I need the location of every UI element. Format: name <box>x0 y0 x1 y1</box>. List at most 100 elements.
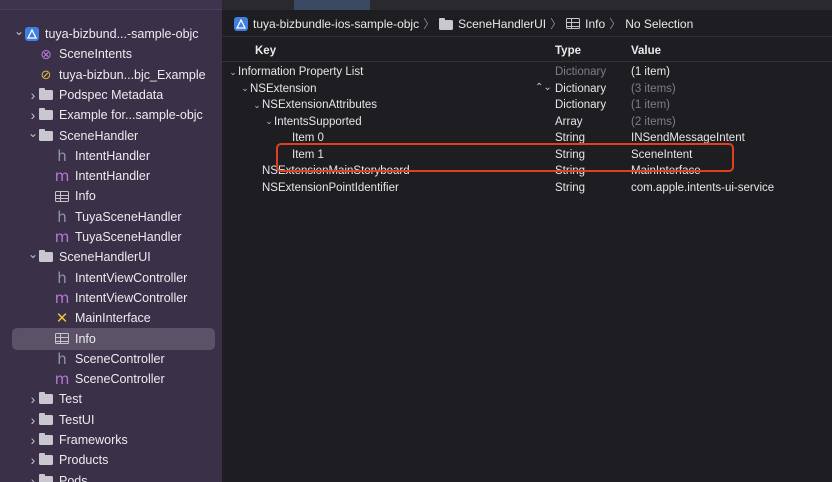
plist-key[interactable]: Information Property List <box>238 66 363 78</box>
sidebar-item-label: SceneIntents <box>59 47 132 62</box>
sidebar-item[interactable]: h SceneController <box>0 349 222 369</box>
project-icon <box>24 27 40 41</box>
plist-key[interactable]: NSExtensionAttributes <box>262 99 377 111</box>
plist-row[interactable]: ⌄ NSExtension ⌃⌄ Dictionary (3 items) <box>222 81 832 98</box>
plist-value[interactable]: SceneIntent <box>631 149 831 161</box>
chevron-down-icon[interactable]: ⌄ <box>252 100 262 111</box>
sidebar-item[interactable]: › Example for...sample-objc <box>0 105 222 125</box>
sidebar-item[interactable]: m IntentHandler <box>0 166 222 186</box>
plist-key[interactable]: NSExtensionPointIdentifier <box>262 182 399 194</box>
chevron-right-icon: 〉 <box>423 17 436 31</box>
plist-key[interactable]: NSExtensionMainStoryboard <box>262 165 410 177</box>
plist-type[interactable]: Dictionary <box>555 83 625 95</box>
chevron-down-icon[interactable]: ⌄ <box>264 116 274 127</box>
sidebar-item[interactable]: ⊘ tuya-bizbun...bjc_Example <box>0 65 222 85</box>
plist-value[interactable]: (3 items) <box>631 83 831 95</box>
sidebar-item-label: Products <box>59 453 109 468</box>
chevron-down-icon[interactable]: ⌄ <box>240 83 250 94</box>
sidebar-item-label: TuyaSceneHandler <box>75 230 182 244</box>
h-file-icon: h <box>57 146 67 165</box>
plist-type[interactable]: String <box>555 132 625 144</box>
column-value[interactable]: Value <box>631 45 831 57</box>
plist-type[interactable]: String <box>555 182 625 194</box>
plist-row[interactable]: ⌄ NSExtensionAttributes Dictionary (1 item) <box>222 97 832 114</box>
chevron-right-icon[interactable]: › <box>28 87 38 103</box>
sidebar-item-label: Info <box>75 331 96 346</box>
sidebar-item[interactable]: m SceneController <box>0 369 222 389</box>
plist-row[interactable]: ⌄ Information Property List Dictionary (1 i… <box>222 64 832 81</box>
plist-type[interactable]: Dictionary <box>555 66 625 78</box>
sidebar-item[interactable]: ✕ MainInterface <box>0 308 222 328</box>
sidebar-item[interactable]: ⌄ tuya-bizbund...-sample-objc <box>0 24 222 44</box>
plist-row[interactable]: Item 0 String INSendMessageIntent <box>222 130 832 147</box>
sidebar-item[interactable]: h IntentHandler <box>0 146 222 166</box>
sidebar-item[interactable]: h TuyaSceneHandler <box>0 207 222 227</box>
sidebar-item[interactable]: ⊗ SceneIntents <box>0 44 222 64</box>
sidebar-item-label: Info <box>75 189 96 204</box>
sidebar-item[interactable]: › Pods <box>0 471 222 482</box>
sidebar-item[interactable]: h IntentViewController <box>0 268 222 288</box>
plist-value[interactable]: (2 items) <box>631 116 831 128</box>
plist-type[interactable]: Dictionary <box>555 99 625 111</box>
plist-type[interactable]: String <box>555 165 625 177</box>
tab-info[interactable] <box>294 0 370 10</box>
plist-row[interactable]: ⌄ IntentsSupported Array (2 items) <box>222 114 832 131</box>
sidebar-item[interactable]: › Frameworks <box>0 430 222 450</box>
plist-value[interactable]: (1 item) <box>631 99 831 111</box>
column-type[interactable]: Type <box>555 45 625 57</box>
jumpbar-selection[interactable]: No Selection <box>625 17 693 31</box>
sidebar-item[interactable]: › TestUI <box>0 410 222 430</box>
folder-icon <box>439 17 454 30</box>
sidebar-item[interactable]: m TuyaSceneHandler <box>0 227 222 247</box>
plist-value[interactable]: INSendMessageIntent <box>631 132 831 144</box>
plist-key[interactable]: NSExtension <box>250 83 316 95</box>
sidebar-item-label: TuyaSceneHandler <box>75 209 182 224</box>
plist-row[interactable]: NSExtensionMainStoryboard String MainInter… <box>222 163 832 180</box>
folder-icon <box>38 87 54 102</box>
chevron-right-icon[interactable]: › <box>28 412 38 428</box>
plist-row[interactable]: NSExtensionPointIdentifier String com.appl… <box>222 180 832 197</box>
chevron-down-icon[interactable]: ⌄ <box>228 67 238 78</box>
sidebar-item-label: SceneHandler <box>59 128 139 143</box>
chevron-right-icon[interactable]: › <box>28 473 38 482</box>
plist-key[interactable]: Item 0 <box>292 132 324 144</box>
plist-row[interactable]: Item 1 String SceneIntent <box>222 147 832 164</box>
sidebar-item[interactable]: › Test <box>0 389 222 409</box>
editor-area: tuya-bizbundle-ios-sample-objc 〉 SceneHa… <box>222 0 832 482</box>
plist-key[interactable]: Item 1 <box>292 149 324 161</box>
sidebar-item[interactable]: ⌄ SceneHandler <box>0 126 222 146</box>
sidebar-item-label: SceneController <box>75 372 165 387</box>
folder-icon <box>38 128 54 143</box>
sidebar-item[interactable]: Info <box>0 327 222 350</box>
folder-icon <box>38 453 54 467</box>
chevron-down-icon[interactable]: ⌄ <box>28 247 38 261</box>
plist-value[interactable]: com.apple.intents-ui-service <box>631 182 831 194</box>
plist-value[interactable]: (1 item) <box>631 66 831 78</box>
jumpbar-file[interactable]: Info <box>585 17 605 31</box>
sidebar-item[interactable]: m IntentViewController <box>0 288 222 308</box>
column-key[interactable]: Key <box>222 45 552 57</box>
sidebar-item[interactable]: › Products <box>0 450 222 470</box>
stepper-icon[interactable]: ⌃⌄ <box>535 82 552 93</box>
jumpbar-group[interactable]: SceneHandlerUI <box>458 17 546 31</box>
chevron-right-icon: 〉 <box>609 17 622 31</box>
plist-key[interactable]: IntentsSupported <box>274 116 362 128</box>
jumpbar-project[interactable]: tuya-bizbundle-ios-sample-objc <box>253 17 419 31</box>
plist-type[interactable]: String <box>555 149 625 161</box>
sidebar-item[interactable]: ⌄ SceneHandlerUI <box>0 247 222 267</box>
sidebar-item[interactable]: Info <box>0 186 222 206</box>
chevron-right-icon[interactable]: › <box>28 452 38 468</box>
plist-value[interactable]: MainInterface <box>631 165 831 177</box>
h-file-icon: h <box>57 207 67 226</box>
sidebar-item[interactable]: › Podspec Metadata <box>0 85 222 105</box>
m-file-icon: m <box>54 228 70 246</box>
chevron-right-icon[interactable]: › <box>28 391 38 407</box>
chevron-right-icon[interactable]: › <box>28 107 38 123</box>
editor-tab-bar <box>222 0 832 10</box>
m-file-icon: m <box>54 288 70 307</box>
chevron-down-icon[interactable]: ⌄ <box>14 24 24 38</box>
sidebar-item-label: TestUI <box>59 412 95 427</box>
chevron-right-icon[interactable]: › <box>28 432 38 448</box>
chevron-down-icon[interactable]: ⌄ <box>28 126 38 140</box>
plist-type[interactable]: Array <box>555 116 625 128</box>
